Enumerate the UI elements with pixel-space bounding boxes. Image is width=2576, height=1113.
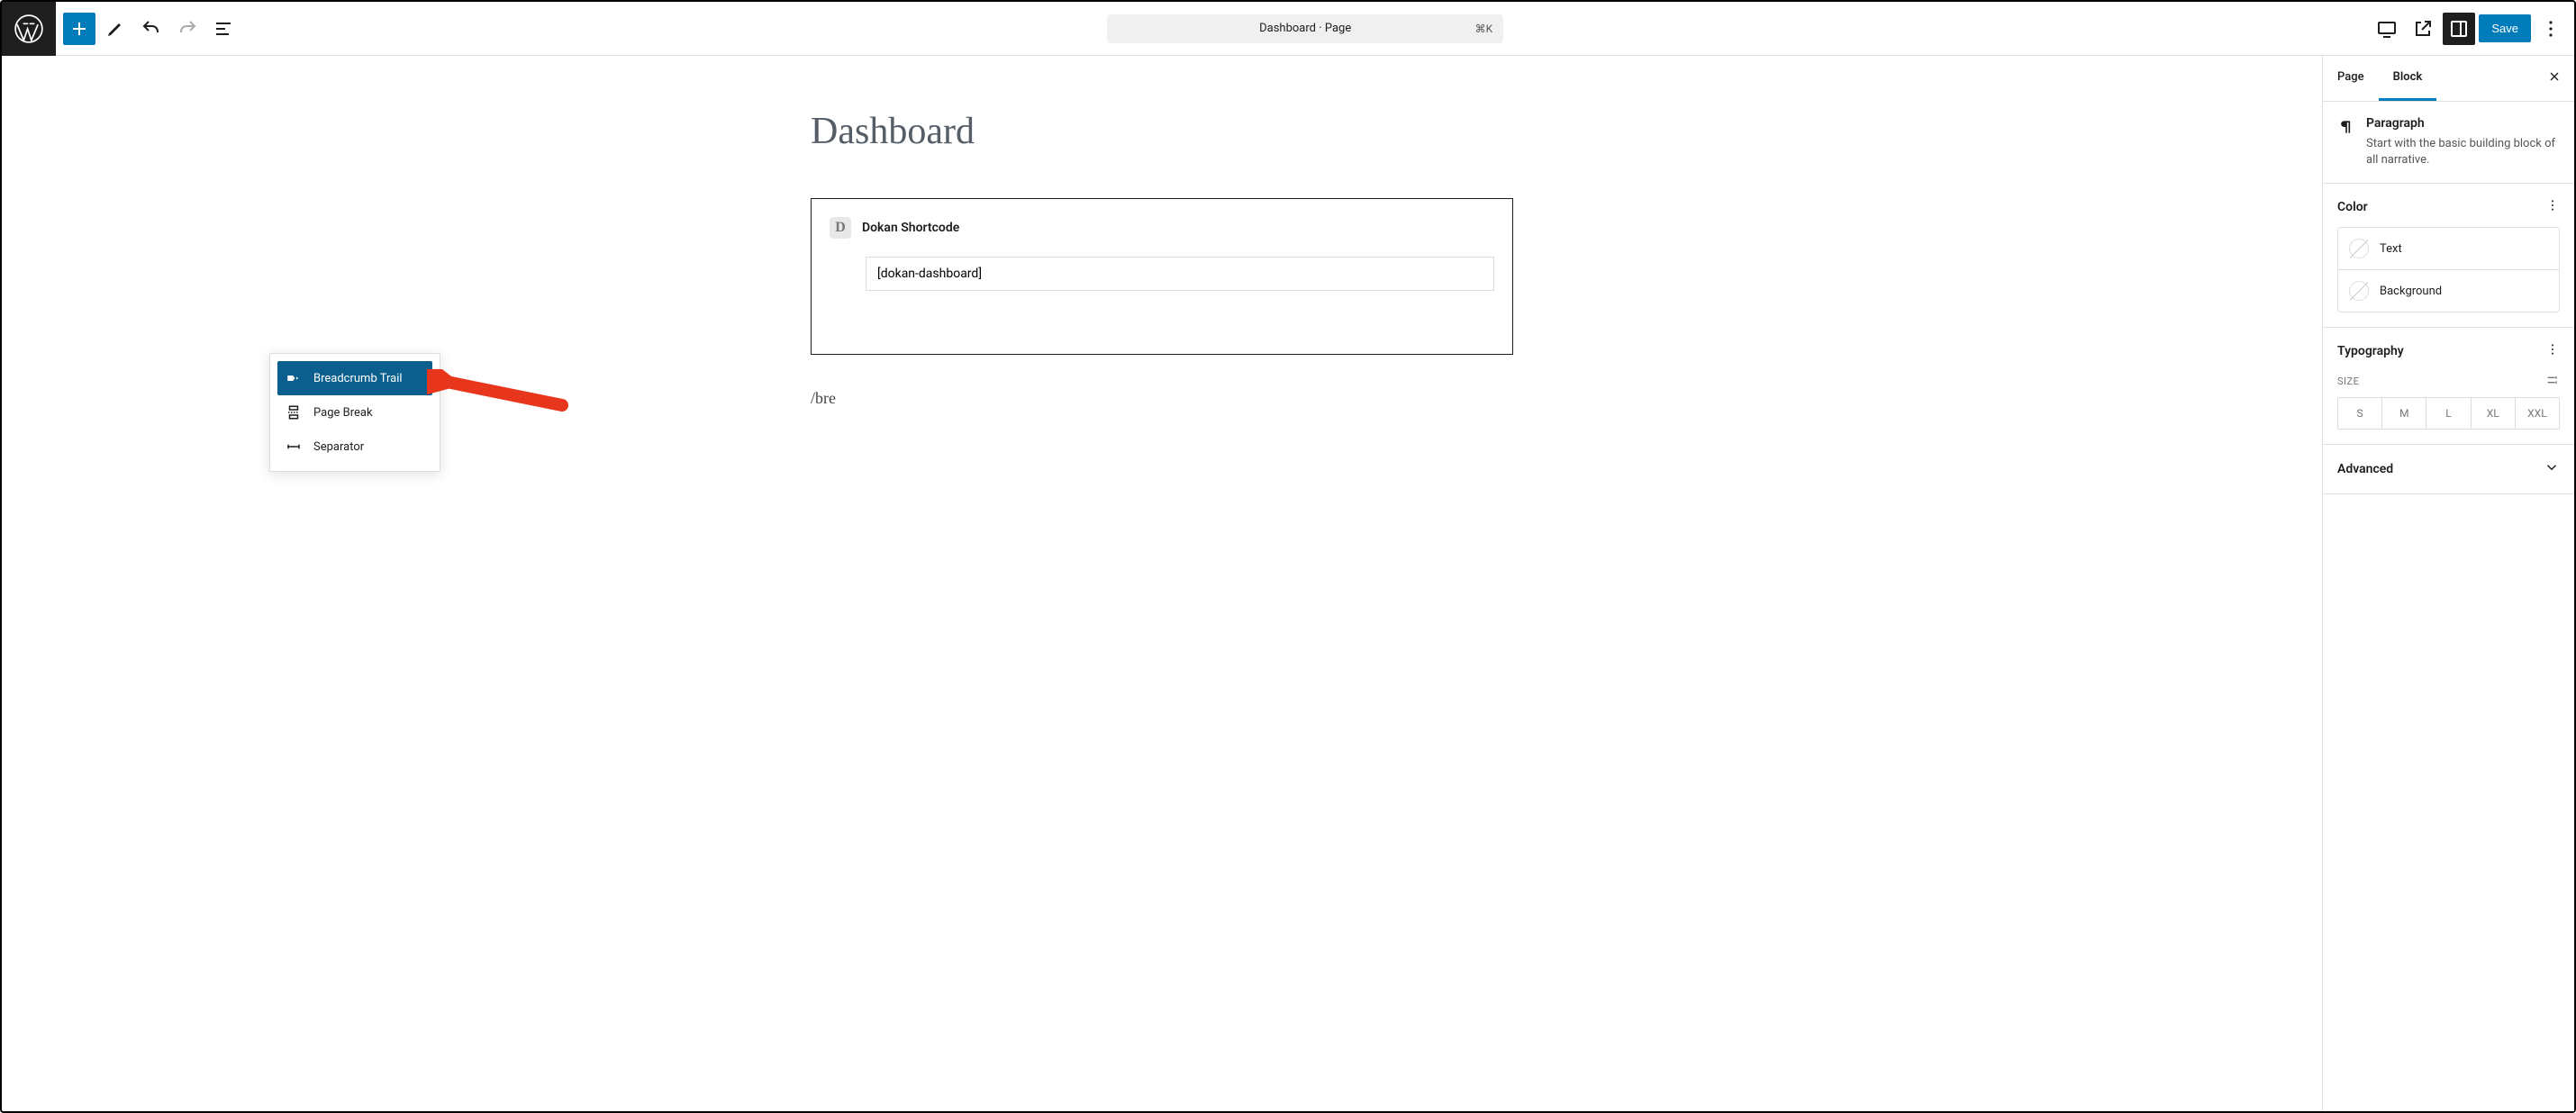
size-xxl[interactable]: XXL xyxy=(2516,398,2559,429)
dokan-shortcode-block[interactable]: D Dokan Shortcode xyxy=(811,198,1513,355)
topbar-right-tools: Save xyxy=(2371,13,2574,45)
editor-canvas[interactable]: Dashboard D Dokan Shortcode /bre Breadcr… xyxy=(2,56,2322,1111)
popover-item-separator[interactable]: Separator xyxy=(277,430,432,464)
size-l[interactable]: L xyxy=(2426,398,2471,429)
size-settings-icon[interactable] xyxy=(2545,373,2560,390)
settings-sidebar: Page Block Paragraph Start with the basi… xyxy=(2322,56,2574,1111)
page-break-icon xyxy=(285,404,303,421)
add-block-button[interactable] xyxy=(63,13,95,45)
topbar-left-tools xyxy=(56,13,240,45)
save-button[interactable]: Save xyxy=(2479,14,2531,42)
page-title[interactable]: Dashboard xyxy=(811,110,1513,153)
shortcode-input[interactable] xyxy=(866,257,1494,291)
advanced-panel-title: Advanced xyxy=(2337,462,2393,476)
document-title-bar[interactable]: Dashboard · Page ⌘K xyxy=(1107,14,1503,43)
separator-icon xyxy=(285,439,303,455)
color-text-row[interactable]: Text xyxy=(2338,228,2559,269)
chevron-down-icon xyxy=(2544,459,2560,479)
document-title: Dashboard · Page xyxy=(1259,22,1351,35)
dokan-icon: D xyxy=(830,217,851,239)
settings-sidebar-toggle[interactable] xyxy=(2443,13,2475,45)
background-color-swatch xyxy=(2349,281,2369,301)
slash-command-text[interactable]: /bre xyxy=(811,389,1513,408)
paragraph-icon xyxy=(2337,116,2355,168)
document-overview-button[interactable] xyxy=(207,13,240,45)
tab-block[interactable]: Block xyxy=(2379,56,2437,101)
advanced-panel[interactable]: Advanced xyxy=(2323,445,2574,494)
command-shortcut: ⌘K xyxy=(1475,23,1493,35)
color-row-label: Background xyxy=(2380,285,2442,298)
popover-item-label: Page Break xyxy=(313,406,373,420)
color-background-row[interactable]: Background xyxy=(2338,269,2559,312)
text-color-swatch xyxy=(2349,239,2369,258)
color-row-label: Text xyxy=(2380,242,2402,256)
typography-panel-title: Typography xyxy=(2337,344,2404,358)
color-panel-options-icon[interactable] xyxy=(2545,198,2560,216)
block-info-section: Paragraph Start with the basic building … xyxy=(2323,102,2574,184)
typography-panel-options-icon[interactable] xyxy=(2545,342,2560,360)
size-label: SIZE xyxy=(2337,376,2359,387)
block-label: Dokan Shortcode xyxy=(862,221,959,235)
popover-item-page-break[interactable]: Page Break xyxy=(277,395,432,430)
close-sidebar-button[interactable] xyxy=(2535,69,2574,88)
topbar: Dashboard · Page ⌘K Save xyxy=(2,2,2574,56)
block-info-title: Paragraph xyxy=(2366,116,2560,131)
options-menu-button[interactable] xyxy=(2535,13,2567,45)
color-panel: Color Text Background xyxy=(2323,184,2574,328)
sidebar-tabs: Page Block xyxy=(2323,56,2574,102)
redo-button[interactable] xyxy=(171,13,204,45)
size-xl[interactable]: XL xyxy=(2472,398,2516,429)
popover-item-label: Breadcrumb Trail xyxy=(313,372,403,385)
block-info-description: Start with the basic building block of a… xyxy=(2366,136,2560,168)
color-panel-title: Color xyxy=(2337,200,2368,214)
font-size-buttons: S M L XL XXL xyxy=(2337,397,2560,430)
size-s[interactable]: S xyxy=(2338,398,2382,429)
tab-page[interactable]: Page xyxy=(2323,56,2379,101)
wordpress-logo[interactable] xyxy=(2,2,56,56)
external-link-button[interactable] xyxy=(2407,13,2439,45)
block-inserter-popover: Breadcrumb Trail Page Break Separator xyxy=(269,353,440,472)
edit-tool-button[interactable] xyxy=(99,13,132,45)
popover-item-breadcrumb-trail[interactable]: Breadcrumb Trail xyxy=(277,361,432,395)
size-m[interactable]: M xyxy=(2382,398,2426,429)
annotation-arrow xyxy=(427,369,571,414)
breadcrumb-icon xyxy=(285,370,303,386)
undo-button[interactable] xyxy=(135,13,168,45)
view-desktop-button[interactable] xyxy=(2371,13,2403,45)
popover-item-label: Separator xyxy=(313,440,364,454)
typography-panel: Typography SIZE S M L XL XXL xyxy=(2323,328,2574,445)
